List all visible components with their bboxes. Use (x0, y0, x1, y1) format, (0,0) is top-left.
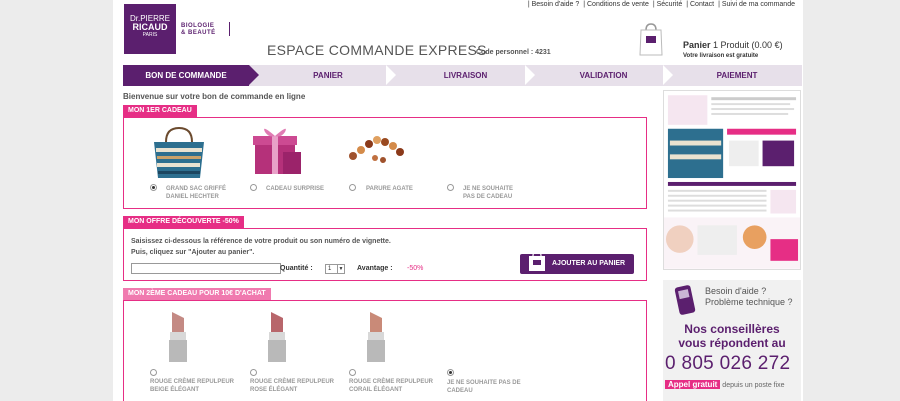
tagline-line1: BIOLOGIE (181, 23, 215, 29)
step-order-form[interactable]: BON DE COMMANDE (123, 65, 249, 86)
gift1-radio-3[interactable] (349, 184, 356, 191)
link-order-tracking[interactable]: | Suivi de ma commande (717, 1, 796, 8)
shopping-bag-icon[interactable] (639, 22, 663, 56)
advisors-text: Nos conseillères vous répondent au (663, 322, 801, 350)
cart-summary[interactable]: Panier 1 Produit (0.00 €) (683, 40, 783, 50)
phone-icon (674, 285, 696, 315)
brand-line1: Dr.PIERRE (129, 14, 170, 23)
brand-logo[interactable]: Dr.PIERRE RICAUD PARIS (124, 4, 176, 54)
gift2-radio-2[interactable] (250, 369, 257, 376)
gift2-heading: MON 2ÈME CADEAU POUR 10€ D'ACHAT (123, 288, 271, 300)
help-question: Besoin d'aide ? Problème technique ? (705, 286, 793, 308)
help-question-line2: Problème technique ? (705, 297, 793, 307)
brand-tagline: BIOLOGIE & BEAUTÉ (181, 23, 216, 37)
help-question-line1: Besoin d'aide ? (705, 286, 767, 296)
gift1-option-1[interactable]: GRAND SAC GRIFFÉ DANIEL HECHTER (166, 185, 226, 201)
offer-intro-line2: Puis, cliquez sur "Ajouter au panier". (131, 249, 255, 256)
gift2-option-4[interactable]: JE NE SOUHAITE PAS DE CADEAU (447, 379, 521, 395)
free-call-note: Appel gratuit depuis un poste fixe (665, 380, 785, 389)
tagline-line2: & BEAUTÉ (181, 30, 216, 36)
welcome-text: Bienvenue sur votre bon de commande en l… (123, 92, 306, 101)
gift2-option-3[interactable]: ROUGE CRÈME REPULPEUR CORAIL ÉLÉGANT (349, 378, 433, 394)
quantity-select[interactable]: 1 ▼ (325, 264, 345, 274)
order-form-preview-image[interactable] (663, 90, 801, 270)
advantage-label: Avantage : (357, 265, 393, 272)
checkout-steps: BON DE COMMANDE PANIER LIVRAISON VALIDAT… (123, 65, 802, 86)
chevron-down-icon: ▼ (337, 265, 344, 273)
advisors-line1: Nos conseillères (684, 322, 780, 336)
add-to-cart-label: AJOUTER AU PANIER (552, 260, 626, 267)
phone-number[interactable]: 0 805 026 272 (665, 353, 790, 375)
gift1-heading: MON 1ER CADEAU (123, 105, 197, 117)
offer-intro: Saisissez ci-dessous la référence de vot… (131, 236, 391, 258)
step-validation[interactable]: VALIDATION (536, 65, 671, 86)
gift2-option-1[interactable]: ROUGE CRÈME REPULPEUR BEIGE ÉLÉGANT (150, 378, 234, 394)
gift1-radio-2[interactable] (250, 184, 257, 191)
add-to-cart-button[interactable]: AJOUTER AU PANIER (520, 250, 634, 274)
link-contact[interactable]: | Contact (685, 1, 715, 8)
page-title: ESPACE COMMANDE EXPRESS (267, 42, 487, 58)
agate-jewelry-image (349, 136, 404, 163)
reference-input[interactable] (131, 263, 281, 274)
brand-line3: PARIS (142, 32, 158, 38)
step-cart[interactable]: PANIER (263, 65, 393, 86)
gift2-option-2[interactable]: ROUGE CRÈME REPULPEUR ROSE ÉLÉGANT (250, 378, 334, 394)
quantity-label: Quantité : (280, 265, 313, 272)
step-delivery[interactable]: LIVRAISON (398, 65, 533, 86)
link-help[interactable]: | Besoin d'aide ? (527, 1, 580, 8)
delivery-info: Votre livraison est gratuite (683, 53, 759, 59)
offer-intro-line1: Saisissez ci-dessous la référence de vot… (131, 238, 391, 245)
link-conditions[interactable]: | Conditions de vente (582, 1, 650, 8)
top-links: | Besoin d'aide ? | Conditions de vente … (527, 1, 796, 8)
help-box: Besoin d'aide ? Problème technique ? Nos… (663, 280, 801, 401)
advisors-line2: vous répondent au (678, 336, 786, 350)
gift1-radio-1[interactable] (150, 184, 157, 191)
gift2-radio-4[interactable] (447, 369, 454, 376)
gift1-option-3[interactable]: PARURE AGATE (366, 185, 413, 193)
step-arrow (386, 65, 396, 85)
link-security[interactable]: | Sécurité (652, 1, 683, 8)
gift2-radio-1[interactable] (150, 369, 157, 376)
gift1-option-2[interactable]: CADEAU SURPRISE (266, 185, 324, 193)
shopping-bag-icon (529, 250, 545, 271)
quantity-value: 1 (328, 266, 332, 272)
free-call-rest: depuis un poste fixe (722, 382, 785, 389)
gift1-radio-4[interactable] (447, 184, 454, 191)
step-arrow (663, 65, 673, 85)
free-call-pill: Appel gratuit (665, 380, 721, 389)
step-arrow (249, 65, 259, 85)
advantage-value: -50% (407, 265, 424, 272)
cart-label: Panier (683, 40, 711, 50)
tagline-divider (229, 22, 230, 36)
lipstick-coral-image (367, 312, 385, 362)
lipstick-beige-image (169, 312, 187, 362)
gift-box-image (253, 128, 301, 174)
cart-count: 1 Produit (0.00 €) (713, 40, 783, 50)
offer-heading: MON OFFRE DÉCOUVERTE -50% (123, 216, 244, 228)
gift2-radio-3[interactable] (349, 369, 356, 376)
step-arrow (525, 65, 535, 85)
brand-line2: RICAUD (132, 22, 168, 32)
tote-bag-image (154, 126, 204, 178)
personal-code: Code personnel : 4231 (476, 49, 551, 56)
gift1-option-4[interactable]: JE NE SOUHAITE PAS DE CADEAU (463, 185, 513, 201)
step-payment[interactable]: PAIEMENT (675, 65, 799, 86)
lipstick-rose-image (268, 312, 286, 362)
